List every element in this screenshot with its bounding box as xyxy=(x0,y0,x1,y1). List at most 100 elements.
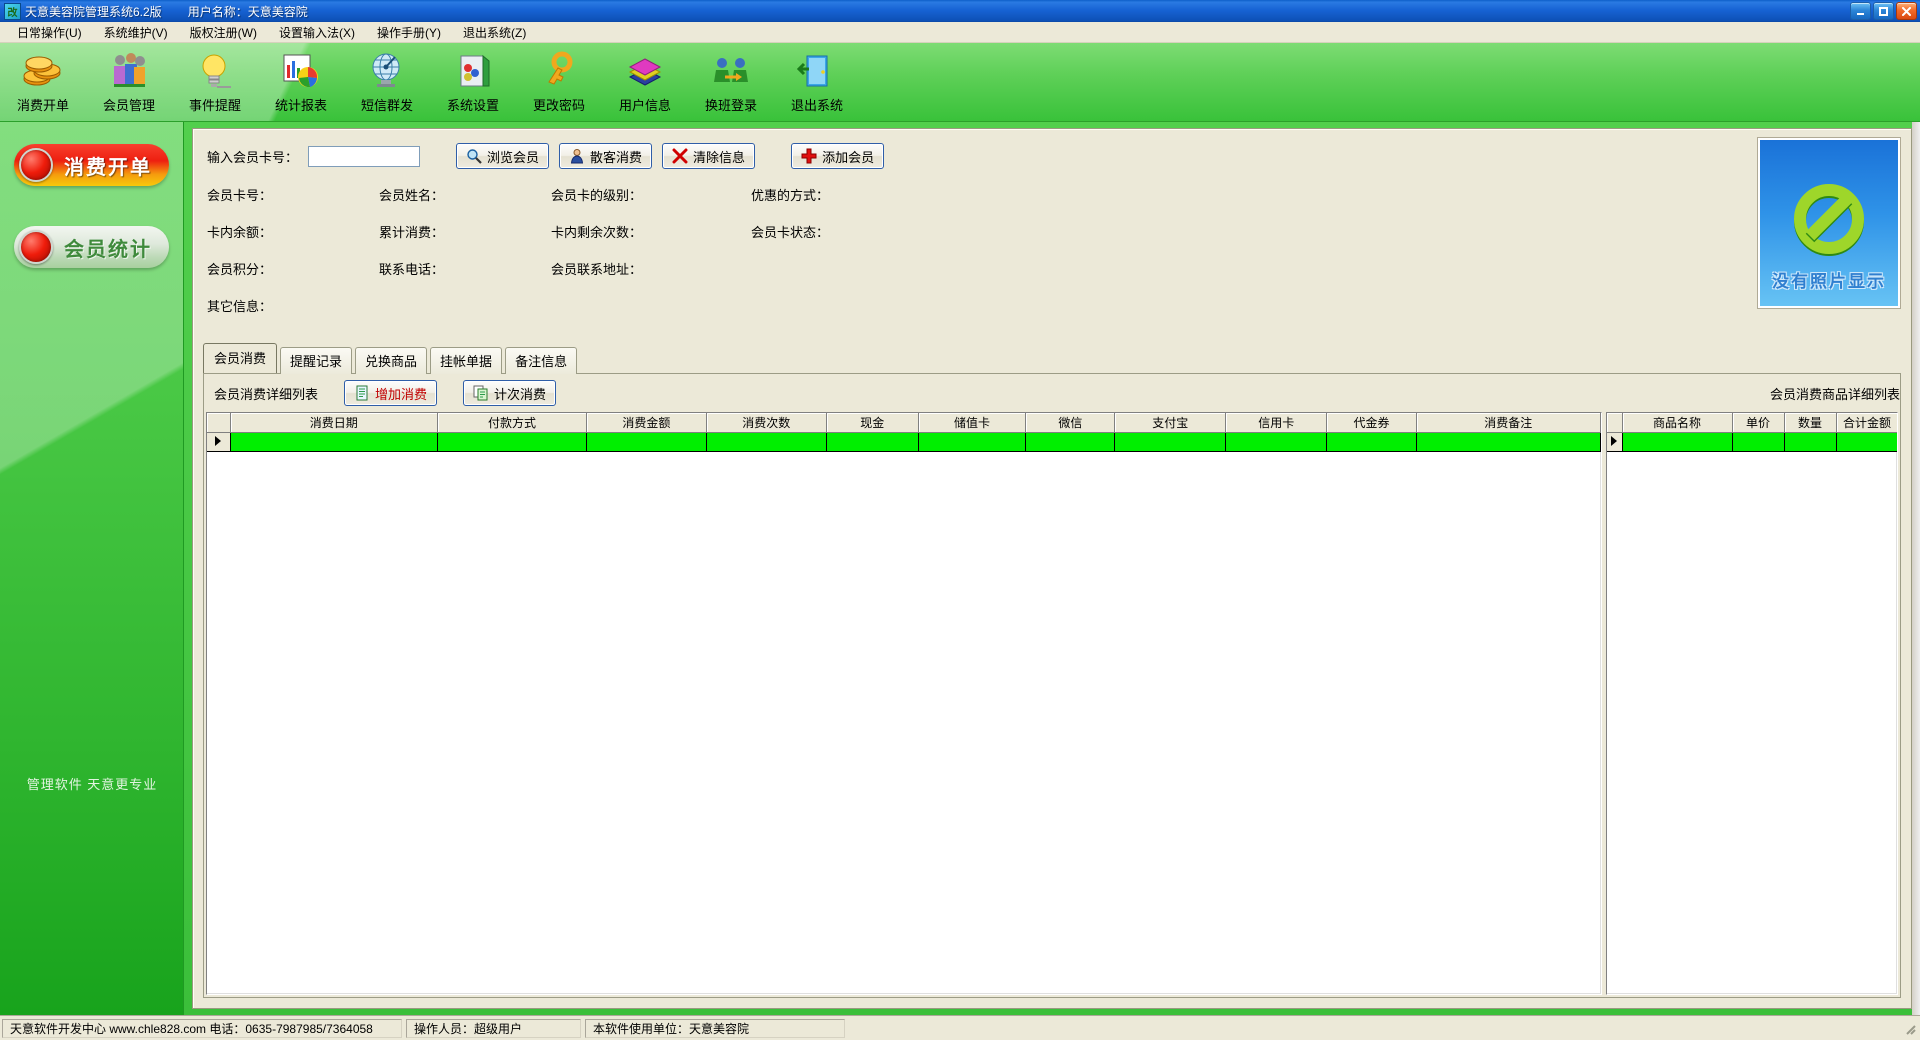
clear-info-button[interactable]: 清除信息 xyxy=(662,143,756,169)
col-alipay[interactable]: 支付宝 xyxy=(1114,413,1227,433)
consumption-grid[interactable]: 消费日期 付款方式 消费金额 消费次数 现金 储值卡 微信 支付宝 信用卡 代金… xyxy=(206,412,1602,995)
col-payment-method[interactable]: 付款方式 xyxy=(437,413,587,433)
person-icon xyxy=(570,149,584,164)
cell-consume-date[interactable] xyxy=(230,432,438,452)
toolbar-label: 短信群发 xyxy=(360,98,413,113)
cell-consume-amount[interactable] xyxy=(586,432,707,452)
menu-item-exit-system[interactable]: 退出系统(Z) xyxy=(452,22,537,43)
tab-remark-info[interactable]: 备注信息 xyxy=(505,347,578,374)
count-consumption-button[interactable]: 计次消费 xyxy=(463,380,557,406)
card-number-input[interactable] xyxy=(308,145,421,167)
content-panel: 输入会员卡号： 浏览会员 散客消费 清除信息 添加会员 会员卡号： 会员姓名： … xyxy=(192,128,1912,1009)
add-consumption-button[interactable]: 增加消费 xyxy=(344,380,438,406)
toolbar-button-exit-system[interactable]: 退出系统 xyxy=(774,43,860,114)
cell-credit-card[interactable] xyxy=(1225,432,1328,452)
toolbar-button-system-settings[interactable]: 系统设置 xyxy=(430,43,516,114)
cell-stored-value-card[interactable] xyxy=(918,432,1027,452)
member-info-row: 卡内余额： 累计消费： 卡内剩余次数： 会员卡状态： xyxy=(207,222,1911,241)
col-consume-date[interactable]: 消费日期 xyxy=(230,413,438,433)
button-label: 增加消费 xyxy=(375,386,428,402)
main-content: 输入会员卡号： 浏览会员 散客消费 清除信息 添加会员 会员卡号： 会员姓名： … xyxy=(184,122,1920,1015)
menu-item-daily-operations[interactable]: 日常操作(U) xyxy=(6,22,93,43)
cell-quantity[interactable] xyxy=(1784,432,1837,452)
close-icon[interactable] xyxy=(1896,2,1917,20)
col-voucher[interactable]: 代金券 xyxy=(1326,413,1417,433)
toolbar-button-user-info[interactable]: 用户信息 xyxy=(602,43,688,114)
browse-members-button[interactable]: 浏览会员 xyxy=(456,143,550,169)
cell-consume-remark[interactable] xyxy=(1416,432,1601,452)
add-member-button[interactable]: 添加会员 xyxy=(791,143,885,169)
col-goods-name[interactable]: 商品名称 xyxy=(1622,413,1733,433)
label-empty xyxy=(751,259,923,278)
toolbar-label: 更改密码 xyxy=(532,98,585,113)
maximize-icon[interactable] xyxy=(1873,2,1894,20)
table-header-row: 消费日期 付款方式 消费金额 消费次数 现金 储值卡 微信 支付宝 信用卡 代金… xyxy=(207,413,1601,433)
menu-item-operation-manual[interactable]: 操作手册(Y) xyxy=(366,22,452,43)
toolbar-label: 会员管理 xyxy=(102,98,155,113)
tab-credit-bills[interactable]: 挂帐单据 xyxy=(430,347,503,374)
no-photo-text: 没有照片显示 xyxy=(1772,272,1886,291)
col-wechat[interactable]: 微信 xyxy=(1025,413,1116,433)
status-operator: 操作人员：超级用户 xyxy=(406,1018,581,1038)
member-info-row: 会员积分： 联系电话： 会员联系地址： xyxy=(207,259,1911,278)
col-stored-value-card[interactable]: 储值卡 xyxy=(918,413,1027,433)
label-remaining-times: 卡内剩余次数： xyxy=(551,225,643,240)
toolbar-label: 退出系统 xyxy=(790,98,843,113)
red-ball-icon xyxy=(19,148,53,182)
col-consume-remark[interactable]: 消费备注 xyxy=(1416,413,1601,433)
toolbar-label: 消费开单 xyxy=(16,98,69,113)
col-unit-price[interactable]: 单价 xyxy=(1732,413,1785,433)
resize-grip-icon xyxy=(1906,1025,1916,1035)
red-ball-icon xyxy=(19,230,53,264)
toolbar-button-change-password[interactable]: 更改密码 xyxy=(516,43,602,114)
tab-exchange-goods[interactable]: 兑换商品 xyxy=(355,347,428,374)
col-credit-card[interactable]: 信用卡 xyxy=(1225,413,1328,433)
col-consume-times[interactable]: 消费次数 xyxy=(706,413,827,433)
sidebar-button-billing[interactable]: 消费开单 xyxy=(14,144,169,186)
key-icon xyxy=(548,51,573,85)
menu-item-input-method-settings[interactable]: 设置输入法(X) xyxy=(268,22,366,43)
button-label: 散客消费 xyxy=(590,149,643,165)
tab-reminder-records[interactable]: 提醒记录 xyxy=(280,347,353,374)
goods-grid[interactable]: 商品名称 单价 数量 合计金额 xyxy=(1606,412,1898,995)
col-total-amount[interactable]: 合计金额 xyxy=(1836,413,1897,433)
sidebar-button-member-statistics[interactable]: 会员统计 xyxy=(14,226,169,268)
people-icon xyxy=(114,53,145,87)
main-vertical-scrollbar[interactable] xyxy=(1912,122,1920,1015)
toolbar-button-billing[interactable]: 消费开单 xyxy=(0,43,86,114)
menu-item-system-maintenance[interactable]: 系统维护(V) xyxy=(93,22,179,43)
books-icon xyxy=(628,58,662,86)
walk-in-consumption-button[interactable]: 散客消费 xyxy=(559,143,653,169)
window-user-name: 用户名称：天意美容院 xyxy=(187,4,308,19)
cell-unit-price[interactable] xyxy=(1732,432,1785,452)
consumption-table: 消费日期 付款方式 消费金额 消费次数 现金 储值卡 微信 支付宝 信用卡 代金… xyxy=(207,413,1601,452)
menu-item-copyright-registration[interactable]: 版权注册(W) xyxy=(179,22,268,43)
cell-alipay[interactable] xyxy=(1114,432,1227,452)
tab-page-member-consumption: 会员消费详细列表 增加消费 计次消费 会员消费商品详细列表 消费日期 付款方式 … xyxy=(203,373,1901,998)
cell-total-amount[interactable] xyxy=(1836,432,1897,452)
col-cash[interactable]: 现金 xyxy=(826,413,919,433)
button-label: 清除信息 xyxy=(693,149,746,165)
toolbar-button-event-reminder[interactable]: 事件提醒 xyxy=(172,43,258,114)
col-consume-amount[interactable]: 消费金额 xyxy=(586,413,707,433)
col-quantity[interactable]: 数量 xyxy=(1784,413,1837,433)
exit-door-icon xyxy=(796,55,828,87)
cell-wechat[interactable] xyxy=(1025,432,1116,452)
cell-payment-method[interactable] xyxy=(437,432,587,452)
cell-consume-times[interactable] xyxy=(706,432,827,452)
toolbar-button-sms-broadcast[interactable]: 短信群发 xyxy=(344,43,430,114)
cell-cash[interactable] xyxy=(826,432,919,452)
toolbar-button-member-management[interactable]: 会员管理 xyxy=(86,43,172,114)
photo-placeholder: 没有照片显示 xyxy=(1760,140,1898,306)
toolbar-button-statistics-report[interactable]: 统计报表 xyxy=(258,43,344,114)
cell-voucher[interactable] xyxy=(1326,432,1417,452)
tab-member-consumption[interactable]: 会员消费 xyxy=(203,343,278,373)
window-title: 天意美容院管理系统6.2版 xyxy=(25,4,162,19)
toolbar-label: 用户信息 xyxy=(618,98,671,113)
minimize-icon[interactable] xyxy=(1850,2,1871,20)
table-row[interactable] xyxy=(207,432,1601,452)
cell-goods-name[interactable] xyxy=(1622,432,1733,452)
table-row[interactable] xyxy=(1607,432,1897,452)
toolbar-button-shift-login[interactable]: 换班登录 xyxy=(688,43,774,114)
label-card-level: 会员卡的级别： xyxy=(551,188,643,203)
